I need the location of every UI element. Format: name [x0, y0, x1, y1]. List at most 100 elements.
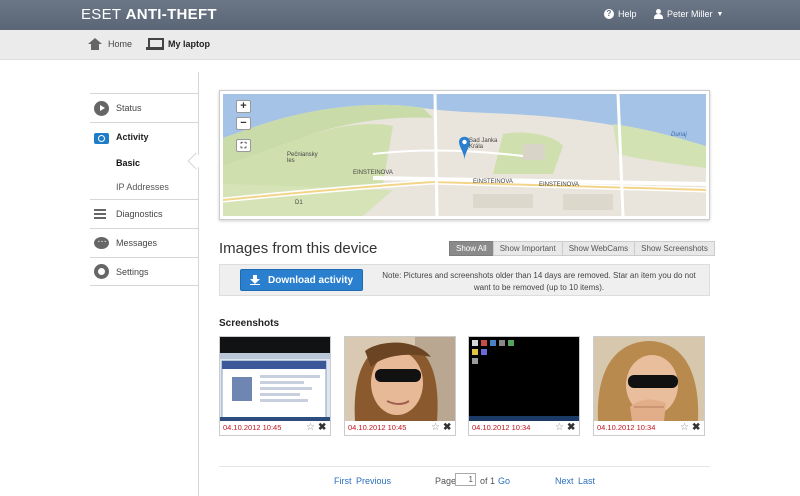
delete-icon[interactable]: ✖	[567, 422, 575, 433]
map-label-place: Sad Janka Krála	[469, 138, 498, 150]
eset-logo[interactable]: ESET ANTI-THEFT	[81, 6, 217, 23]
help-label: Help	[618, 9, 637, 19]
home-icon	[88, 38, 102, 50]
location-map[interactable]: + − ⛶ Sad Janka Krála Pečniansky les Dun…	[223, 94, 706, 216]
screenshot-preview	[220, 337, 330, 421]
logo-eset-text: ESET	[81, 6, 122, 23]
sidebar-subitem-basic[interactable]: Basic	[90, 151, 198, 175]
thumbnail-card[interactable]: 04.10.2012 10:45 ☆ ✖	[344, 336, 456, 436]
sidebar-item-label: Status	[116, 103, 142, 113]
thumbnail-card[interactable]: 04.10.2012 10:34 ☆ ✖	[593, 336, 705, 436]
breadcrumb-home[interactable]: Home	[88, 38, 132, 50]
pager-go[interactable]: Go	[498, 476, 510, 486]
thumbnail-image[interactable]	[594, 337, 704, 421]
thumbnail-date: 04.10.2012 10:45	[348, 423, 407, 432]
sidebar-item-status[interactable]: Status	[90, 93, 198, 122]
zoom-in-button[interactable]: +	[236, 100, 251, 113]
pager-previous[interactable]: Previous	[356, 476, 391, 486]
star-icon[interactable]: ☆	[306, 422, 315, 433]
map-label-road: D1	[295, 200, 303, 206]
image-filters: Show All Show Important Show WebCams Sho…	[449, 241, 715, 256]
star-icon[interactable]: ☆	[680, 422, 689, 433]
screenshots-heading: Screenshots	[219, 318, 280, 329]
pager-of-label: of 1	[480, 476, 496, 486]
pager-first[interactable]: First	[334, 476, 352, 486]
thumbnail-footer: 04.10.2012 10:45 ☆ ✖	[220, 421, 330, 435]
help-link[interactable]: ? Help	[604, 9, 637, 19]
sidebar-item-messages[interactable]: Messages	[90, 228, 198, 257]
user-menu[interactable]: Peter Miller ▼	[654, 9, 723, 19]
camera-icon	[94, 132, 109, 144]
images-title: Images from this device	[219, 240, 378, 257]
thumbnail-footer: 04.10.2012 10:34 ☆ ✖	[594, 421, 704, 435]
fullscreen-icon[interactable]: ⛶	[236, 139, 251, 152]
pager-page-label: Page	[435, 476, 457, 486]
location-map-frame: + − ⛶ Sad Janka Krála Pečniansky les Dun…	[219, 90, 710, 220]
breadcrumb-current-label: My laptop	[168, 39, 210, 49]
logo-brand-text: ANTI-THEFT	[125, 6, 217, 23]
sidebar-subitem-label: Basic	[116, 158, 141, 168]
sidebar-item-label: Settings	[116, 266, 149, 277]
page-number-input[interactable]: 1	[455, 473, 476, 486]
thumbnail-image[interactable]	[220, 337, 330, 421]
pagination: First Previous Page 1 of 1 Go Next Last	[219, 466, 710, 496]
download-panel: Download activity Note: Pictures and scr…	[219, 264, 710, 296]
pager-last[interactable]: Last	[578, 476, 595, 486]
thumbnail-card[interactable]: 04.10.2012 10:34 ☆ ✖	[468, 336, 580, 436]
filter-show-webcams[interactable]: Show WebCams	[561, 241, 636, 256]
caret-down-icon: ▼	[716, 10, 724, 18]
sidebar: Status Activity Basic IP Addresses Diagn…	[90, 93, 198, 286]
chat-bubble-icon	[94, 234, 109, 249]
sidebar-subitem-label: IP Addresses	[116, 182, 169, 192]
sidebar-item-label: Diagnostics	[116, 209, 163, 219]
pager-next[interactable]: Next	[555, 476, 574, 486]
download-activity-button[interactable]: Download activity	[240, 269, 363, 291]
sidebar-divider	[198, 72, 199, 496]
delete-icon[interactable]: ✖	[443, 422, 451, 433]
star-icon[interactable]: ☆	[431, 422, 440, 433]
screenshot-preview	[469, 337, 579, 421]
map-label-street-2: EINSTEINOVA	[473, 179, 513, 185]
thumbnail-footer: 04.10.2012 10:45 ☆ ✖	[345, 421, 455, 435]
thumbnail-date: 04.10.2012 10:45	[223, 423, 282, 432]
download-icon	[249, 275, 260, 285]
sidebar-item-settings[interactable]: Settings	[90, 257, 198, 286]
thumbnail-date: 04.10.2012 10:34	[597, 423, 656, 432]
filter-show-important[interactable]: Show Important	[492, 241, 563, 256]
sidebar-item-label: Messages	[116, 238, 158, 248]
zoom-out-button[interactable]: −	[236, 117, 251, 130]
thumbnail-image[interactable]	[469, 337, 579, 421]
map-label-forest: Pečniansky les	[287, 152, 318, 164]
sidebar-subitem-ip-addresses[interactable]: IP Addresses	[90, 175, 198, 199]
thumbnail-card[interactable]: 04.10.2012 10:45 ☆ ✖	[219, 336, 331, 436]
top-bar: ESET ANTI-THEFT ? Help Peter Miller ▼	[0, 0, 800, 30]
delete-icon[interactable]: ✖	[318, 422, 326, 433]
sidebar-item-diagnostics[interactable]: Diagnostics	[90, 199, 198, 228]
breadcrumb: Home My laptop	[0, 30, 800, 60]
map-label-street: EINSTEINOVA	[353, 170, 393, 176]
retention-note: Note: Pictures and screenshots older tha…	[382, 271, 696, 292]
sidebar-item-activity[interactable]: Activity	[90, 122, 198, 151]
filter-show-all[interactable]: Show All	[449, 241, 494, 256]
thumbnail-image[interactable]	[345, 337, 455, 421]
webcam-preview	[594, 337, 704, 421]
sidebar-item-label: Activity	[116, 132, 149, 142]
user-name: Peter Miller	[667, 9, 713, 19]
breadcrumb-home-label: Home	[108, 39, 133, 49]
map-label-river: Dunaj	[671, 132, 687, 138]
delete-icon[interactable]: ✖	[692, 422, 700, 433]
thumbnail-date: 04.10.2012 10:34	[472, 423, 531, 432]
help-icon: ?	[604, 9, 614, 19]
user-icon	[654, 9, 663, 19]
breadcrumb-current: My laptop	[146, 38, 210, 50]
map-label-street-3: EINSTEINOVA	[539, 182, 579, 188]
webcam-preview	[345, 337, 455, 421]
bars-icon	[94, 207, 109, 222]
download-label: Download activity	[267, 274, 353, 286]
filter-show-screenshots[interactable]: Show Screenshots	[634, 241, 715, 256]
laptop-icon	[146, 38, 164, 50]
gear-icon	[94, 264, 109, 279]
star-icon[interactable]: ☆	[555, 422, 564, 433]
thumbnail-footer: 04.10.2012 10:34 ☆ ✖	[469, 421, 579, 435]
play-circle-icon	[94, 100, 109, 116]
